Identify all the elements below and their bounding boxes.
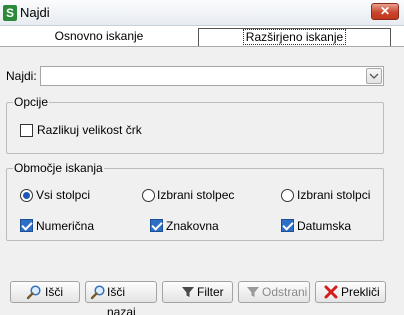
magnifier-icon [26, 284, 42, 300]
options-group: Opcije Razlikuj velikost črk [6, 95, 384, 154]
remove-filter-button[interactable]: Odstrani [238, 281, 310, 303]
find-back-button-label: Išči nazaj [107, 285, 136, 315]
tab-basic-search[interactable]: Osnovno iskanje [6, 28, 192, 46]
remove-filter-button-label: Odstrani [262, 285, 308, 299]
numeric-checkbox[interactable] [20, 219, 33, 232]
app-icon: S [3, 5, 17, 21]
options-group-title: Opcije [13, 95, 50, 109]
radio-all-columns-label: Vsi stolpci [36, 188, 91, 202]
filter-button-label: Filter [197, 285, 224, 299]
search-input[interactable] [40, 66, 384, 86]
radio-selected-columns-label: Izbrani stolpci [297, 188, 371, 202]
find-button[interactable]: Išči [10, 281, 80, 303]
filter-button[interactable]: Filter [162, 281, 233, 303]
cancel-button-label: Prekliči [341, 285, 380, 299]
search-panel: Najdi: Opcije Razlikuj velikost črk Obmo… [0, 47, 404, 315]
search-scope-group: Območje iskanja Vsi stolpci Izbrani stol… [6, 161, 384, 241]
search-scope-group-title: Območje iskanja [13, 161, 104, 175]
search-history-dropdown[interactable] [366, 68, 382, 84]
text-label: Znakovna [166, 219, 219, 233]
radio-all-columns[interactable] [20, 189, 33, 202]
search-label: Najdi: [6, 69, 37, 83]
chevron-down-icon [369, 73, 379, 79]
find-back-button[interactable]: Išči nazaj [85, 281, 157, 315]
date-checkbox[interactable] [281, 219, 294, 232]
funnel-icon [245, 284, 261, 300]
red-x-icon [323, 284, 339, 300]
cancel-button[interactable]: Prekliči [315, 281, 386, 303]
radio-selected-columns[interactable] [281, 189, 294, 202]
tab-advanced-search[interactable]: Razširjeno iskanje [198, 28, 391, 46]
numeric-label: Numerična [36, 219, 95, 233]
case-sensitive-checkbox[interactable] [20, 124, 33, 137]
radio-selected-column-label: Izbrani stolpec [157, 188, 235, 202]
window-title: Najdi [20, 5, 50, 20]
title-bar: S Najdi ✕ [0, 0, 404, 26]
tab-advanced-search-label: Razširjeno iskanje [242, 29, 347, 45]
magnifier-icon [90, 284, 106, 300]
text-checkbox[interactable] [150, 219, 163, 232]
funnel-icon [180, 284, 196, 300]
radio-selected-column[interactable] [142, 189, 155, 202]
case-sensitive-label: Razlikuj velikost črk [37, 123, 142, 137]
close-button[interactable]: ✕ [371, 3, 399, 20]
find-button-label: Išči [45, 285, 63, 299]
tab-strip: Osnovno iskanje Razširjeno iskanje [0, 26, 404, 47]
date-label: Datumska [297, 219, 352, 233]
